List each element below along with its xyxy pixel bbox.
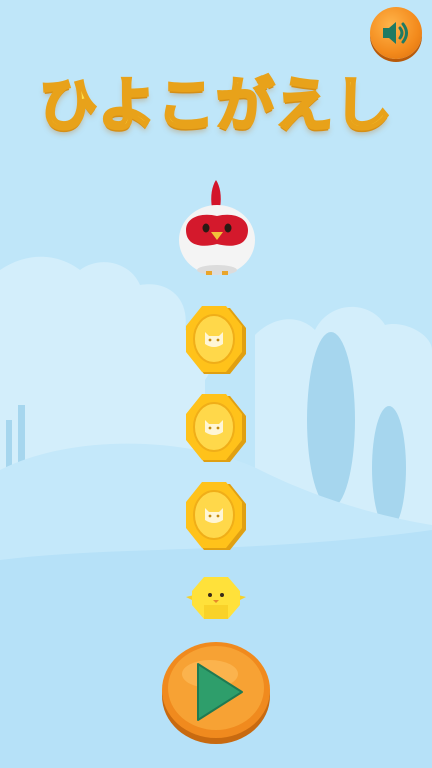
game-title: ひよこがえし xyxy=(37,70,393,141)
chick-character xyxy=(186,577,246,619)
sound-toggle-button[interactable] xyxy=(370,7,422,59)
coin-2 xyxy=(186,394,246,462)
speaker-volume-icon xyxy=(383,22,408,44)
play-button[interactable] xyxy=(160,640,272,746)
game-screen: ひよこがえし xyxy=(0,0,432,768)
coin-1 xyxy=(186,306,246,374)
rooster-character xyxy=(179,180,255,275)
coin-3 xyxy=(186,482,246,550)
